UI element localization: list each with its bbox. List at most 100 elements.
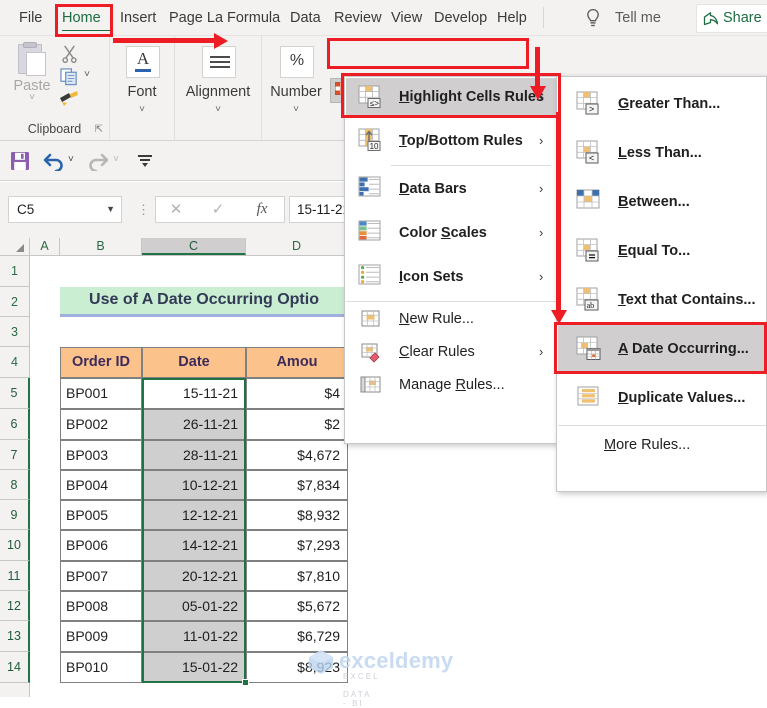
row-header-6[interactable]: 6 bbox=[0, 409, 30, 440]
share-button[interactable]: Share bbox=[696, 4, 767, 33]
alignment-chevron-icon[interactable]: ˅ bbox=[175, 104, 261, 115]
menu-item-text-that-contains[interactable]: ab Text that Contains... bbox=[558, 276, 767, 325]
cell-d14[interactable]: $8,923 bbox=[246, 652, 348, 683]
cell-c10[interactable]: 14-12-21 bbox=[142, 530, 246, 561]
cell-d11[interactable]: $7,810 bbox=[246, 561, 348, 591]
undo-icon[interactable] bbox=[43, 151, 65, 171]
menu-item-between[interactable]: Between... bbox=[558, 178, 767, 227]
menu-item-clear-rules[interactable]: Clear Rules › bbox=[346, 336, 558, 369]
menu-item-top-bottom-rules[interactable]: 10 Top/Bottom Rules › bbox=[346, 119, 558, 163]
row-header-1[interactable]: 1 bbox=[0, 256, 30, 287]
number-chevron-icon[interactable]: ˅ bbox=[262, 104, 330, 115]
cell-c9[interactable]: 12-12-21 bbox=[142, 500, 246, 530]
font-chevron-icon[interactable]: ˅ bbox=[110, 104, 174, 115]
menu-item-icon-sets[interactable]: Icon Sets › bbox=[346, 255, 558, 299]
menu-item-data-bars[interactable]: Data Bars › bbox=[346, 167, 558, 211]
cell-b14[interactable]: BP010 bbox=[60, 652, 142, 683]
tab-data[interactable]: Data bbox=[285, 5, 332, 31]
sheet-title-cell[interactable]: Use of A Date Occurring Optio bbox=[60, 287, 348, 317]
number-icon-box[interactable]: % bbox=[280, 46, 314, 78]
lightbulb-icon[interactable] bbox=[584, 8, 602, 28]
row-header-8[interactable]: 8 bbox=[0, 470, 30, 500]
cell-d13[interactable]: $6,729 bbox=[246, 621, 348, 652]
cell-b5[interactable]: BP001 bbox=[60, 378, 142, 409]
cell-d9[interactable]: $8,932 bbox=[246, 500, 348, 530]
cell-d5[interactable]: $4 bbox=[246, 378, 348, 409]
tab-view[interactable]: View bbox=[386, 5, 434, 31]
row-header-13[interactable]: 13 bbox=[0, 621, 30, 652]
format-painter-icon[interactable] bbox=[58, 89, 80, 107]
cell-d10[interactable]: $7,293 bbox=[246, 530, 348, 561]
tell-me-label[interactable]: Tell me bbox=[615, 5, 661, 31]
row-header-10[interactable]: 10 bbox=[0, 530, 30, 561]
row-header-4[interactable]: 4 bbox=[0, 347, 30, 378]
menu-item-greater-than[interactable]: > Greater Than... bbox=[558, 80, 767, 129]
column-header-d[interactable]: D bbox=[246, 238, 348, 255]
menu-item-new-rule[interactable]: New Rule... bbox=[346, 303, 558, 336]
table-header-amount[interactable]: Amou bbox=[246, 347, 348, 378]
cell-d12[interactable]: $5,672 bbox=[246, 591, 348, 621]
cell-c5[interactable]: 15-11-21 bbox=[142, 378, 246, 409]
cell-d7[interactable]: $4,672 bbox=[246, 440, 348, 470]
menu-item-highlight-cells-rules[interactable]: ≤> Highlight Cells Rules › bbox=[346, 78, 558, 117]
cell-b7[interactable]: BP003 bbox=[60, 440, 142, 470]
menu-item-less-than[interactable]: < Less Than... bbox=[558, 129, 767, 178]
cell-b9[interactable]: BP005 bbox=[60, 500, 142, 530]
selection-fill-handle[interactable] bbox=[242, 679, 249, 686]
cell-c13[interactable]: 11-01-22 bbox=[142, 621, 246, 652]
tab-help[interactable]: Help bbox=[492, 5, 538, 31]
cell-c12[interactable]: 05-01-22 bbox=[142, 591, 246, 621]
enter-formula-button[interactable]: ✓ bbox=[198, 197, 238, 222]
customize-qat-icon[interactable] bbox=[137, 153, 153, 169]
cell-c6[interactable]: 26-11-21 bbox=[142, 409, 246, 440]
cell-c8[interactable]: 10-12-21 bbox=[142, 470, 246, 500]
name-box[interactable]: C5 ▼ bbox=[8, 196, 122, 223]
column-header-b[interactable]: B bbox=[60, 238, 142, 255]
menu-item-more-rules[interactable]: More Rules... bbox=[558, 429, 767, 463]
cell-c11[interactable]: 20-12-21 bbox=[142, 561, 246, 591]
tab-review[interactable]: Review bbox=[329, 5, 389, 31]
table-header-date[interactable]: Date bbox=[142, 347, 246, 378]
row-header-5[interactable]: 5 bbox=[0, 378, 30, 409]
cell-b12[interactable]: BP008 bbox=[60, 591, 142, 621]
clipboard-dialog-launcher[interactable]: ⇱ bbox=[95, 124, 103, 135]
cell-b8[interactable]: BP004 bbox=[60, 470, 142, 500]
alignment-icon-box[interactable] bbox=[202, 46, 236, 78]
tab-home[interactable]: Home bbox=[57, 5, 116, 31]
menu-item-color-scales[interactable]: Color Scales › bbox=[346, 211, 558, 255]
row-header-7[interactable]: 7 bbox=[0, 440, 30, 470]
menu-item-manage-rules[interactable]: Manage Rules... bbox=[346, 369, 558, 402]
name-box-chevron-icon[interactable]: ▼ bbox=[106, 197, 115, 222]
tab-page-layout[interactable]: Page La bbox=[164, 5, 226, 31]
table-header-order-id[interactable]: Order ID bbox=[60, 347, 142, 378]
column-header-c[interactable]: C bbox=[142, 238, 246, 255]
redo-chevron-icon[interactable]: ˅ bbox=[113, 154, 119, 165]
cell-b6[interactable]: BP002 bbox=[60, 409, 142, 440]
row-header-2[interactable]: 2 bbox=[0, 287, 30, 317]
menu-item-equal-to[interactable]: Equal To... bbox=[558, 227, 767, 276]
menu-item-duplicate-values[interactable]: Duplicate Values... bbox=[558, 374, 767, 423]
select-all-corner[interactable] bbox=[0, 238, 30, 255]
copy-icon[interactable] bbox=[60, 68, 79, 86]
cell-b11[interactable]: BP007 bbox=[60, 561, 142, 591]
tab-insert[interactable]: Insert bbox=[115, 5, 169, 31]
undo-chevron-icon[interactable]: ˅ bbox=[68, 154, 74, 165]
tab-file[interactable]: File bbox=[14, 5, 60, 31]
font-icon-box[interactable]: A bbox=[126, 46, 160, 78]
row-header-14[interactable]: 14 bbox=[0, 652, 30, 683]
row-header-9[interactable]: 9 bbox=[0, 500, 30, 530]
row-header-12[interactable]: 12 bbox=[0, 591, 30, 621]
cell-d6[interactable]: $2 bbox=[246, 409, 348, 440]
row-header-11[interactable]: 11 bbox=[0, 561, 30, 591]
column-header-a[interactable]: A bbox=[30, 238, 60, 255]
paste-button[interactable]: Paste ˅ bbox=[10, 42, 54, 104]
menu-item-a-date-occurring[interactable]: A Date Occurring... bbox=[558, 325, 767, 374]
save-icon[interactable] bbox=[10, 151, 30, 171]
cell-d8[interactable]: $7,834 bbox=[246, 470, 348, 500]
copy-chevron-icon[interactable]: ˅ bbox=[80, 69, 94, 80]
row-header-15[interactable] bbox=[0, 683, 30, 697]
tab-formulas[interactable]: Formula bbox=[222, 5, 288, 31]
cell-b10[interactable]: BP006 bbox=[60, 530, 142, 561]
redo-icon[interactable] bbox=[87, 151, 109, 171]
cell-c7[interactable]: 28-11-21 bbox=[142, 440, 246, 470]
